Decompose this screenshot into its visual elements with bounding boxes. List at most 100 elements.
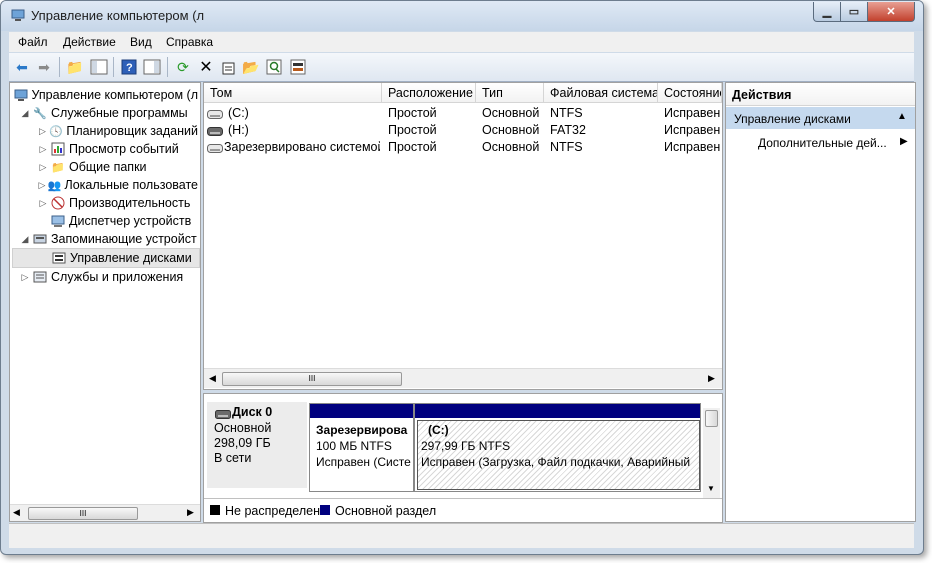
expand-arrow-icon[interactable]: ▷ [38,126,47,137]
actions-section-disk-management[interactable]: Управление дисками ▲ [726,107,915,129]
tree-item-device-manager[interactable]: Диспетчер устройств [12,212,198,230]
tree-item-label: Диспетчер устройств [69,214,192,228]
tree-item-disk-management[interactable]: Управление дисками [12,248,200,268]
drive-icon [207,142,223,156]
tree-item-event-viewer[interactable]: ▷ Просмотр событий [12,140,198,158]
partition-size: 100 МБ NTFS [316,439,392,453]
disk-name: Диск 0 [232,405,273,419]
tree-item-performance[interactable]: ▷ Производительность [12,194,198,212]
expand-arrow-icon[interactable]: ▷ [38,180,46,191]
computer-management-icon [11,9,25,21]
clock-icon: 🕓 [49,125,63,138]
forward-icon[interactable]: ➡ [35,58,53,76]
legend-unallocated-swatch [210,505,220,515]
scroll-left-icon[interactable]: ◀ [209,373,216,384]
expand-arrow-icon[interactable]: ▷ [20,272,30,283]
partition-status: Исправен (Систе [316,455,411,469]
minimize-button[interactable]: ▁ [813,2,841,22]
delete-icon[interactable]: ✕ [197,58,215,76]
up-folder-icon[interactable]: 📁 [66,58,84,76]
disk-settings-icon[interactable] [289,58,307,76]
menu-action[interactable]: Действие [63,35,116,49]
actions-section-label: Управление дисками [734,112,851,126]
open-icon[interactable]: 📂 [242,58,260,76]
volume-type: Основной [482,123,540,137]
performance-icon [50,195,66,211]
column-header-filesystem[interactable]: Файловая система [544,83,658,103]
disk-info-panel[interactable]: Диск 0 Основной 298,09 ГБ В сети [207,402,307,488]
partition-name: (C:) [428,423,449,437]
scroll-thumb[interactable]: III [222,372,402,386]
scroll-right-icon[interactable]: ▶ [708,373,715,384]
legend-primary-label: Основной раздел [335,504,437,518]
tree-horizontal-scrollbar[interactable]: ◀ III ▶ [10,504,200,521]
disk-graphical-view: Диск 0 Основной 298,09 ГБ В сети Зарезер… [203,393,723,523]
column-header-volume[interactable]: Том [204,83,382,103]
volume-horizontal-scrollbar[interactable]: ◀ III ▶ [204,368,722,388]
refresh-icon[interactable]: ⟳ [174,58,192,76]
tree-item-root[interactable]: Управление компьютером (л [12,86,198,104]
scroll-down-icon[interactable]: ▼ [707,484,715,493]
window-title: Управление компьютером (л [31,8,205,23]
column-header-type[interactable]: Тип [476,83,544,103]
partition-bar [415,404,700,418]
table-row[interactable]: (H:) Простой Основной FAT32 Исправен [204,122,722,139]
column-header-status[interactable]: Состояние [658,83,722,103]
more-actions-item[interactable]: Дополнительные дей... ▶ [726,133,915,153]
menu-help[interactable]: Справка [166,35,213,49]
tree-item-local-users[interactable]: ▷ 👥 Локальные пользовате [12,176,198,194]
tree-item-task-scheduler[interactable]: ▷ 🕓 Планировщик заданий [12,122,198,140]
table-row[interactable]: (C:) Простой Основной NTFS Исправен [204,105,722,122]
disk-type: Основной [214,421,272,435]
services-icon [32,269,48,285]
toolbar-separator [167,57,168,77]
column-header-layout[interactable]: Расположение [382,83,476,103]
volume-layout: Простой [388,140,437,154]
search-icon[interactable] [265,58,283,76]
toolbar: ⬅ ➡ 📁 ? ⟳ ✕ 📂 [9,53,914,82]
maximize-button[interactable]: ▭ [840,2,868,22]
show-hide-tree-icon[interactable] [90,58,108,76]
partition-c[interactable]: (C:) 297,99 ГБ NTFS Исправен (Загрузка, … [414,403,701,492]
collapse-up-icon[interactable]: ▲ [897,111,907,122]
scroll-thumb[interactable] [705,410,718,427]
toolbar-separator [59,57,60,77]
scroll-left-icon[interactable]: ◀ [13,507,20,518]
volume-name: (H:) [228,123,249,137]
properties-pane-icon[interactable] [143,58,161,76]
title-bar[interactable]: Управление компьютером (л ▁ ▭ ✕ [1,1,923,31]
tree-item-services-apps[interactable]: ▷ Службы и приложения [12,268,198,286]
disk-status: В сети [214,451,252,465]
tree-item-label: Общие папки [69,160,147,174]
expand-arrow-icon[interactable]: ▷ [38,198,48,209]
tree-item-shared-folders[interactable]: ▷ 📁 Общие папки [12,158,198,176]
help-icon[interactable]: ? [120,58,138,76]
volume-layout: Простой [388,123,437,137]
table-row[interactable]: Зарезервировано системой Простой Основно… [204,139,722,156]
tree-item-label: Производительность [69,196,191,210]
partition-reserved[interactable]: Зарезервирова 100 МБ NTFS Исправен (Сист… [309,403,414,492]
expand-arrow-icon[interactable]: ▷ [38,162,48,173]
scroll-thumb[interactable]: III [28,507,138,520]
disk-vertical-scrollbar[interactable]: ▼ [703,408,720,498]
collapse-arrow-icon[interactable]: ◢ [20,234,30,245]
menu-view[interactable]: Вид [130,35,152,49]
navigation-tree: Управление компьютером (л ◢ 🔧 Служебные … [9,82,201,522]
collapse-arrow-icon[interactable]: ◢ [20,108,30,119]
storage-icon [32,231,48,247]
tree-item-system-tools[interactable]: ◢ 🔧 Служебные программы [12,104,198,122]
tree-item-storage[interactable]: ◢ Запоминающие устройст [12,230,198,248]
device-manager-icon [50,213,66,229]
tree-item-label: Служебные программы [51,106,188,120]
partition-bar [310,404,413,418]
scroll-right-icon[interactable]: ▶ [187,507,194,518]
properties-icon[interactable] [220,58,238,76]
expand-arrow-icon[interactable]: ▷ [38,144,48,155]
toolbar-separator [113,57,114,77]
shared-folder-icon: 📁 [51,161,65,174]
volume-status: Исправен [664,106,720,120]
back-icon[interactable]: ⬅ [13,58,31,76]
close-button[interactable]: ✕ [867,2,915,22]
menu-file[interactable]: Файл [18,35,48,49]
volume-name: Зарезервировано системой [224,140,380,154]
